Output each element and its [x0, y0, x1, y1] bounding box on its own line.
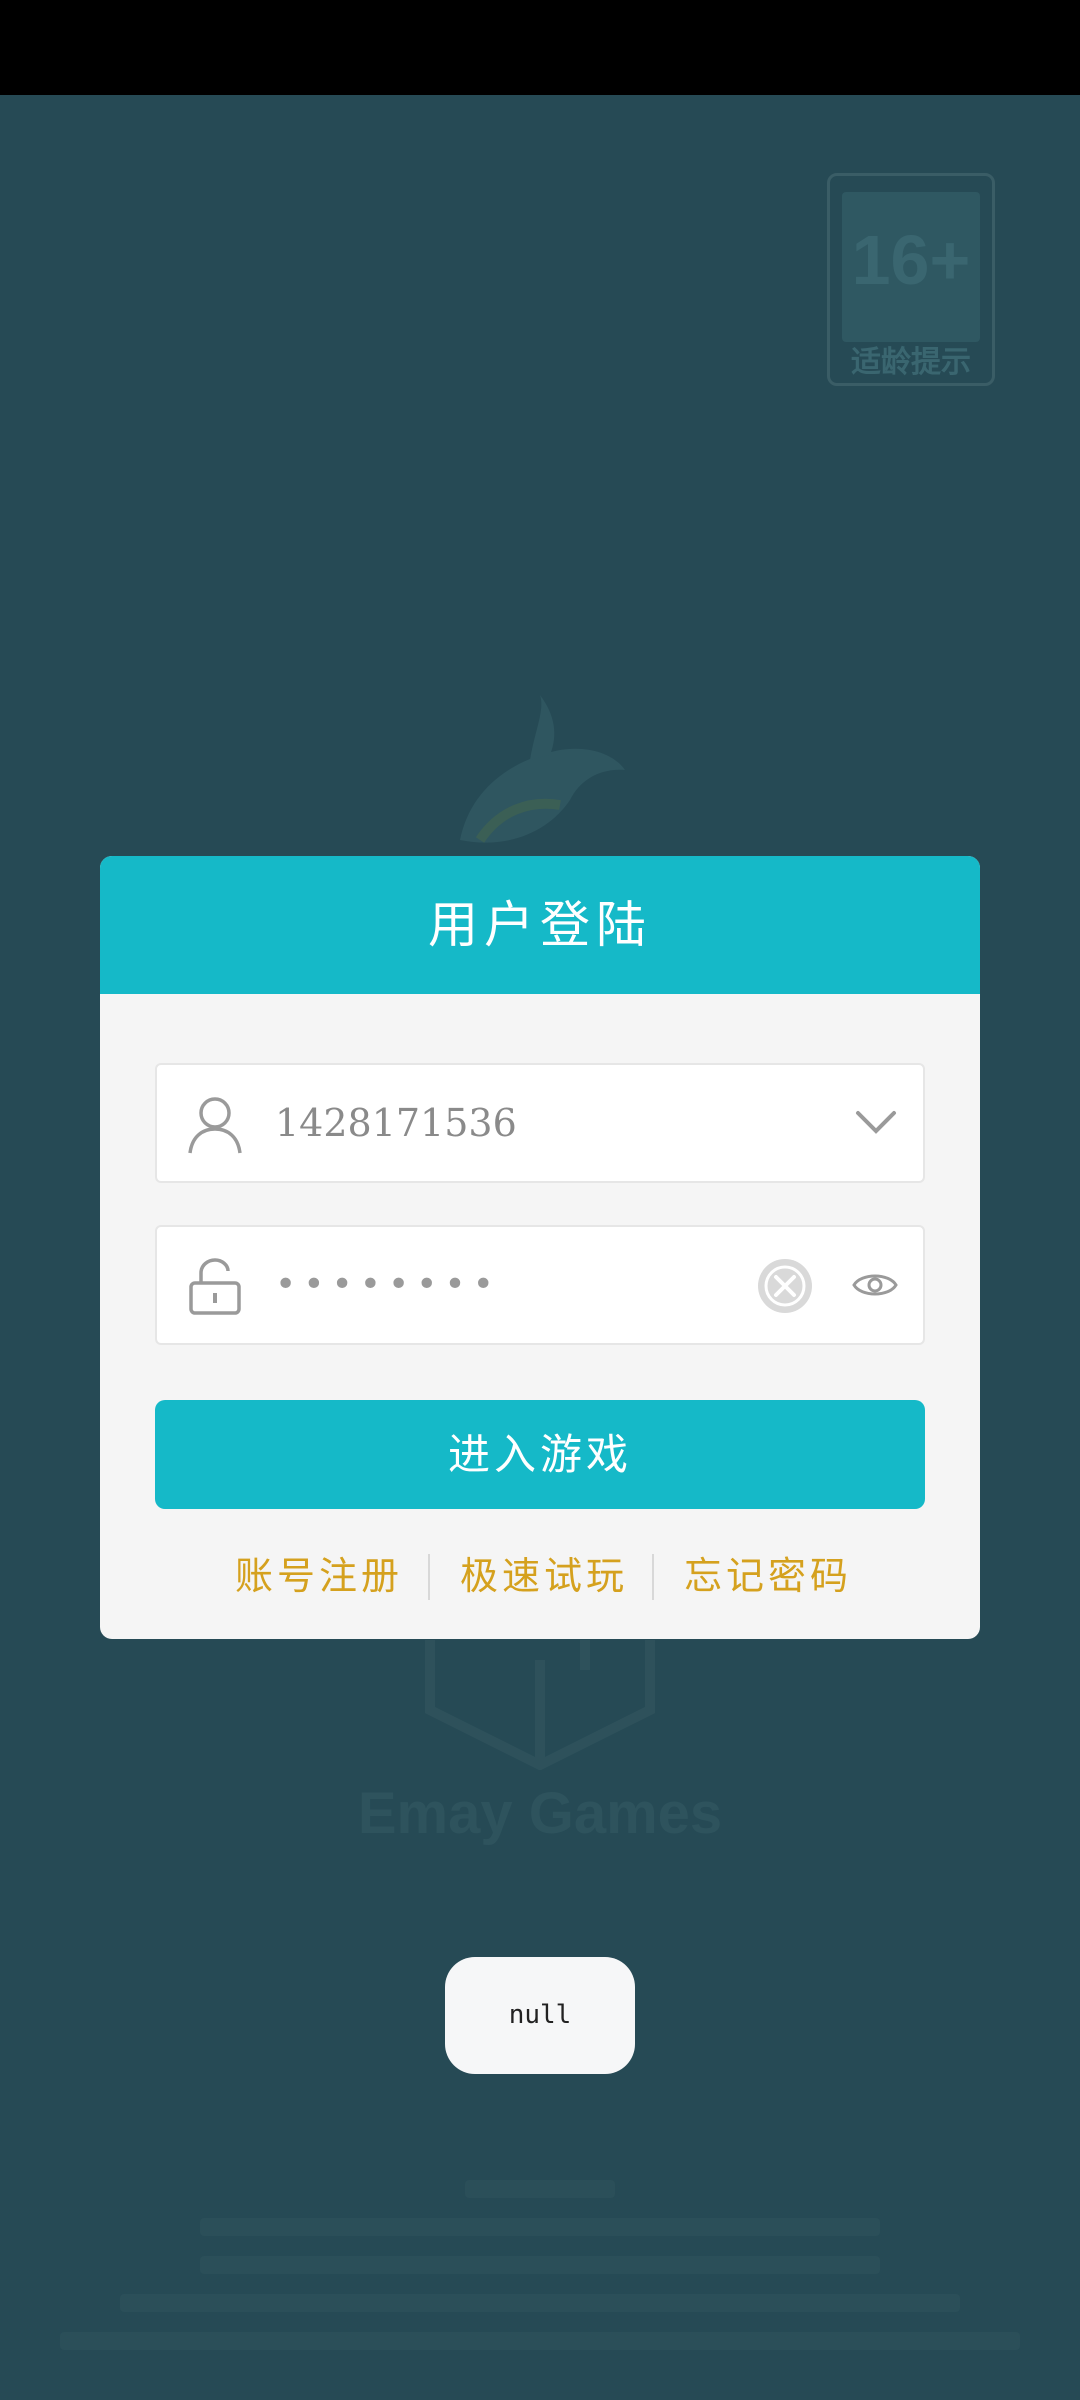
enter-game-label: 进入游戏 [447, 1430, 632, 1479]
toast-text: null [508, 2000, 572, 2030]
footer-bar [0, 2322, 1080, 2360]
game-logo-box-icon [425, 1640, 655, 1770]
username-value: 1428171536 [275, 1101, 517, 1145]
enter-game-button[interactable]: 进入游戏 [155, 1400, 925, 1509]
username-field[interactable]: 1428171536 [155, 1063, 925, 1183]
dialog-links: 账号注册 极速试玩 忘记密码 [100, 1546, 980, 1606]
user-icon [188, 1097, 242, 1154]
footer-bar [0, 2284, 1080, 2322]
footer-notice [0, 2170, 1080, 2360]
password-field[interactable]: •••••••• [155, 1225, 925, 1345]
unlock-icon [189, 1258, 241, 1315]
toast-message: null [445, 1957, 635, 2074]
age-rating-label: 适龄提示 [851, 345, 971, 380]
age-rating-number: 16+ [851, 221, 971, 299]
age-rating-badge[interactable]: 16+ 适龄提示 [827, 173, 995, 386]
footer-bar [0, 2208, 1080, 2246]
brand-name: Emay Games [357, 1781, 723, 1846]
link-divider [652, 1554, 654, 1600]
dialog-title: 用户登陆 [428, 896, 652, 954]
status-bar [0, 0, 1080, 95]
footer-bar [0, 2246, 1080, 2284]
quick-play-link[interactable]: 极速试玩 [460, 1546, 628, 1606]
forgot-password-link[interactable]: 忘记密码 [684, 1546, 852, 1606]
eye-icon[interactable] [851, 1267, 899, 1303]
age-rating-box: 16+ [842, 192, 980, 342]
clear-icon[interactable] [757, 1258, 813, 1314]
chevron-down-icon[interactable] [854, 1107, 898, 1137]
login-dialog: 用户登陆 1428171536 •••••••• 进入游戏 账号注册 极速试玩 … [100, 856, 980, 1639]
register-link[interactable]: 账号注册 [235, 1546, 403, 1606]
footer-bar [0, 2170, 1080, 2208]
game-logo-bird-icon [460, 695, 625, 843]
dialog-header: 用户登陆 [100, 856, 980, 994]
link-divider [428, 1554, 430, 1600]
password-value: •••••••• [275, 1264, 501, 1305]
